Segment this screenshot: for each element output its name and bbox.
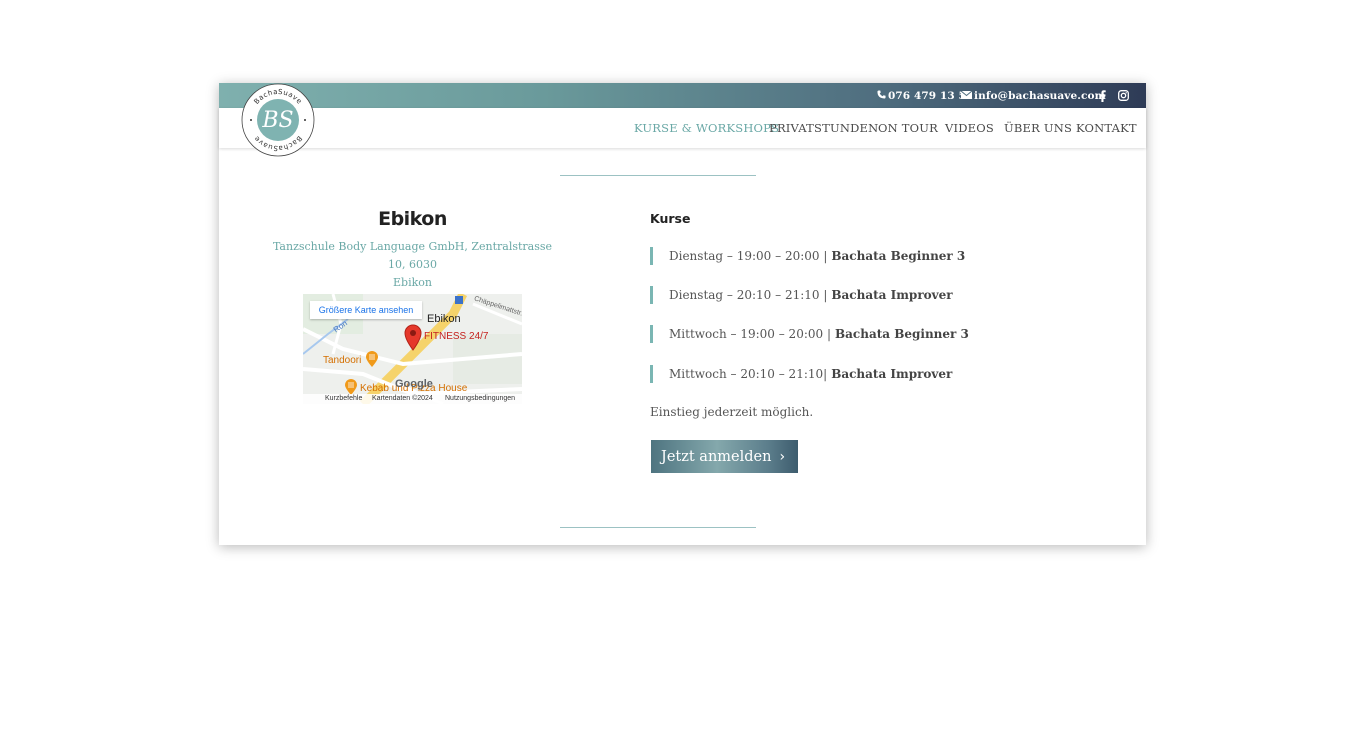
map-terms-link[interactable]: Nutzungsbedingungen bbox=[445, 395, 515, 402]
address-line-1: Tanzschule Body Language GmbH, Zentralst… bbox=[272, 240, 553, 271]
course-name: Bachata Beginner 3 bbox=[835, 327, 969, 341]
nav-privatstunden[interactable]: PRIVATSTUNDEN bbox=[769, 108, 878, 148]
course-name: Bachata Improver bbox=[831, 288, 953, 302]
map-place-fitness[interactable]: FITNESS 24/7 bbox=[424, 331, 488, 342]
course-name: Bachata Improver bbox=[831, 367, 953, 381]
course-item: Dienstag – 19:00 – 20:00 | Bachata Begin… bbox=[650, 247, 965, 265]
map-place-tandoori[interactable]: Tandoori bbox=[323, 355, 361, 366]
larger-map-link[interactable]: Größere Karte ansehen bbox=[310, 301, 422, 319]
entry-note: Einstieg jederzeit möglich. bbox=[650, 405, 814, 419]
nav-ueber-uns[interactable]: ÜBER UNS bbox=[1004, 108, 1072, 148]
map-data-text: Kartendaten ©2024 bbox=[372, 395, 433, 402]
location-address: Tanzschule Body Language GmbH, Zentralst… bbox=[264, 238, 561, 292]
nav-videos[interactable]: VIDEOS bbox=[945, 108, 994, 148]
top-contact-bar: 076 479 13 51 info@bachasuave.com bbox=[219, 83, 1146, 108]
nav-kurse-workshops[interactable]: KURSE & WORKSHOPS bbox=[634, 108, 779, 148]
course-item: Mittwoch – 20:10 – 21:10| Bachata Improv… bbox=[650, 365, 952, 383]
course-name: Bachata Beginner 3 bbox=[831, 249, 966, 263]
email-address: info@bachasuave.com bbox=[974, 89, 1106, 102]
restaurant-pin-icon[interactable] bbox=[365, 350, 379, 372]
phone-link[interactable]: 076 479 13 51 bbox=[877, 83, 973, 108]
map-city-label: Ebikon bbox=[427, 313, 461, 325]
nav-kontakt[interactable]: KONTAKT bbox=[1076, 108, 1137, 148]
facebook-icon[interactable] bbox=[1099, 83, 1106, 108]
course-item: Dienstag – 20:10 – 21:10 | Bachata Impro… bbox=[650, 286, 953, 304]
courses-title: Kurse bbox=[650, 211, 691, 226]
location-title: Ebikon bbox=[378, 208, 447, 230]
divider-top bbox=[560, 175, 756, 176]
phone-icon bbox=[877, 89, 886, 102]
logo-monogram: BS bbox=[261, 108, 293, 133]
main-navbar: KURSE & WORKSHOPS PRIVATSTUNDEN ON TOUR … bbox=[219, 108, 1146, 148]
course-time: Mittwoch – 19:00 – 20:00 | bbox=[669, 327, 831, 341]
page-frame: 076 479 13 51 info@bachasuave.com KURSE … bbox=[219, 83, 1146, 545]
course-time: Dienstag – 19:00 – 20:00 | bbox=[669, 249, 828, 263]
address-line-2: Ebikon bbox=[393, 276, 432, 289]
chevron-right-icon: › bbox=[779, 448, 786, 465]
divider-bottom bbox=[560, 527, 756, 528]
bachasuave-logo[interactable]: BS BachaSuave BachaSuave bbox=[241, 83, 315, 157]
instagram-icon[interactable] bbox=[1118, 83, 1129, 108]
course-time: Mittwoch – 20:10 – 21:10| bbox=[669, 367, 828, 381]
register-button[interactable]: Jetzt anmelden › bbox=[651, 440, 798, 473]
map-footer: Kurzbefehle Kartendaten ©2024 Nutzungsbe… bbox=[303, 394, 522, 404]
nav-on-tour[interactable]: ON TOUR bbox=[878, 108, 938, 148]
envelope-icon bbox=[960, 90, 973, 102]
register-button-label: Jetzt anmelden bbox=[661, 448, 772, 465]
email-link[interactable]: info@bachasuave.com bbox=[960, 83, 1106, 108]
google-logo: Google bbox=[395, 378, 433, 390]
course-time: Dienstag – 20:10 – 21:10 | bbox=[669, 288, 828, 302]
map-pin-icon[interactable] bbox=[403, 323, 423, 355]
google-map-embed[interactable]: Größere Karte ansehen Ebikon Chäppelimat… bbox=[303, 294, 522, 404]
map-shortcuts-link[interactable]: Kurzbefehle bbox=[325, 395, 362, 402]
course-item: Mittwoch – 19:00 – 20:00 | Bachata Begin… bbox=[650, 325, 969, 343]
